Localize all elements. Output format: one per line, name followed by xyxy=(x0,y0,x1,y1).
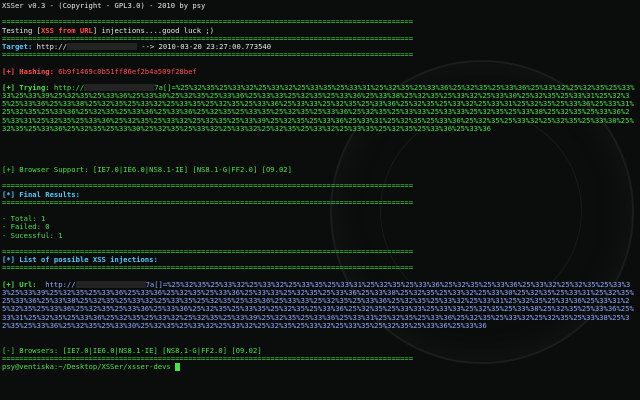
failed-count: - Failed: 0 xyxy=(2,223,50,232)
prompt-text: psy@ventiska:~/Desktop/XSSer/xsser-devs xyxy=(2,363,171,372)
separator: ========================================… xyxy=(2,198,414,207)
separator: ========================================… xyxy=(2,34,414,43)
browser-support-value: [IE7.0|IE6.0|NS8.1-IE] [NS8.1-G|FF2.0] [… xyxy=(92,166,292,175)
result-url-block: [+] Url: http://7a[]=%25%32%35%25%33%32%… xyxy=(2,281,638,347)
trying-block: [+] Trying: http://7a[]=%25%32%35%25%33%… xyxy=(2,84,638,158)
separator: ========================================… xyxy=(2,182,414,191)
testing-mode: XSS from URL xyxy=(40,26,93,35)
shell-prompt[interactable]: psy@ventiska:~/Desktop/XSSer/xsser-devs xyxy=(2,363,638,372)
target-line: Target: http:// --> 2010-03-20 23:27:00.… xyxy=(2,43,638,51)
target-timestamp: --> 2010-03-20 23:27:00.773540 xyxy=(141,42,272,51)
separator: ========================================… xyxy=(2,264,414,273)
browsers-line: [-] Browsers: [IE7.0|IE6.0|NS8.1-IE] [NS… xyxy=(2,347,638,355)
hashing-label: [+] Hashing: xyxy=(2,67,54,76)
result-url-payload: 7a[]=%25%32%35%25%33%32%25%33%32%25%33%3… xyxy=(2,280,634,330)
successful-count: - Sucessful: 1 xyxy=(2,231,63,240)
separator: ========================================… xyxy=(2,247,414,256)
browser-support-label: [+] Browser Support: xyxy=(2,166,89,175)
text-cursor xyxy=(175,363,181,372)
redacted-host xyxy=(66,43,137,51)
browsers-label: [-] Browsers: xyxy=(2,346,59,355)
target-label: Target: xyxy=(2,42,33,51)
testing-line: Testing [XSS from URL] injections....goo… xyxy=(2,26,215,35)
trying-payload: 7a[]=%25%32%35%25%33%32%25%33%32%25%33%3… xyxy=(2,83,635,133)
possible-injections-heading: [*] List of possible XSS injections: xyxy=(2,256,158,265)
terminal-output: XSSer v0.3 - (Copyright - GPL3.0) - 2010… xyxy=(2,2,638,372)
hashing-line: [+] Hashing: 6b9f1469c0b51ff86ef2b4a509f… xyxy=(2,68,638,76)
final-results-heading: [*] Final Results: xyxy=(2,190,80,199)
hashing-value: 6b9f1469c0b51ff86ef2b4a509f28bef xyxy=(58,67,197,76)
separator: ========================================… xyxy=(2,18,414,27)
separator: ========================================… xyxy=(2,51,414,60)
total-count: - Total: 1 xyxy=(2,215,46,224)
browsers-value: [IE7.0|IE6.0|NS8.1-IE] [NS8.1-G|FF2.0] [… xyxy=(62,346,262,355)
browser-support-line: [+] Browser Support: [IE7.0|IE6.0|NS8.1-… xyxy=(2,166,638,174)
target-url: http:// xyxy=(36,42,67,51)
separator: ========================================… xyxy=(2,354,414,363)
app-title: XSSer v0.3 - (Copyright - GPL3.0) - 2010… xyxy=(2,2,206,10)
